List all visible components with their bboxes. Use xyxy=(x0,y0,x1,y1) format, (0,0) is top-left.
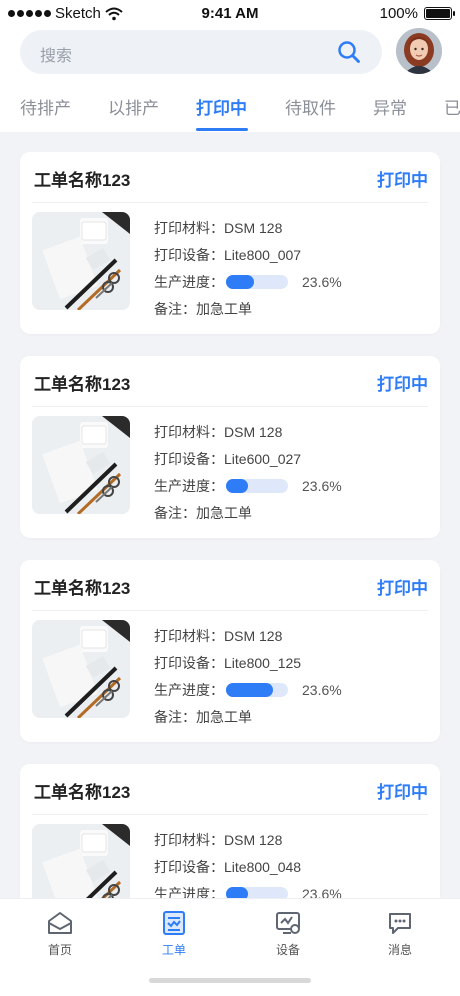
avatar[interactable] xyxy=(396,28,442,74)
material-label: 打印材料： xyxy=(154,219,224,236)
status-tabs: 待排产 以排产 打印中 待取件 异常 已 xyxy=(0,88,460,132)
note-value: 加急工单 xyxy=(196,504,252,521)
progress-fill xyxy=(226,274,254,289)
order-thumbnail[interactable] xyxy=(32,212,130,310)
order-name: 工单名称123 xyxy=(34,375,131,394)
order-status: 打印中 xyxy=(377,579,428,598)
order-info: 打印材料： DSM 128 打印设备： Lite800_125 生产进度： 23.6%… xyxy=(154,622,342,730)
progress-fill xyxy=(226,682,273,697)
tabbar-item-home[interactable]: 首页 xyxy=(20,909,100,958)
tab-exception[interactable]: 异常 xyxy=(373,94,407,119)
material-value: DSM 128 xyxy=(224,219,283,236)
progress-bar xyxy=(226,478,288,493)
note-label: 备注： xyxy=(154,504,196,521)
header: 搜索 待排产 以排产 打印中 待取件 异常 已 xyxy=(0,28,460,132)
material-value: DSM 128 xyxy=(224,423,283,440)
device-value: Lite800_048 xyxy=(224,858,302,875)
order-card[interactable]: 工单名称123 打印中 打印材料： DSM 128 打印设备： Lite800_12… xyxy=(20,560,440,742)
order-name: 工单名称123 xyxy=(34,783,131,802)
note-label: 备注： xyxy=(154,708,196,725)
tabbar-label: 首页 xyxy=(47,943,72,957)
order-name: 工单名称123 xyxy=(34,171,131,190)
progress-bar xyxy=(226,682,288,697)
order-info: 打印材料： DSM 128 打印设备： Lite600_027 生产进度： 23.6%… xyxy=(154,418,342,526)
battery-percent: 100% xyxy=(379,5,418,22)
material-label: 打印材料： xyxy=(154,627,224,644)
search-input[interactable]: 搜索 xyxy=(20,30,382,74)
card-divider xyxy=(32,202,428,203)
order-info: 打印材料： DSM 128 打印设备： Lite800_007 生产进度： 23.6%… xyxy=(154,214,342,322)
note-value: 加急工单 xyxy=(196,708,252,725)
tabbar-label: 设备 xyxy=(275,943,300,957)
device-value: Lite800_125 xyxy=(224,654,302,671)
tabbar-item-message[interactable]: 消息 xyxy=(360,909,440,958)
progress-label: 生产进度： xyxy=(154,477,224,494)
progress-percent: 23.6% xyxy=(302,477,342,494)
order-thumbnail[interactable] xyxy=(32,416,130,514)
battery-icon xyxy=(424,7,455,20)
order-status: 打印中 xyxy=(377,375,428,394)
status-bar: Sketch 9:41 AM 100% xyxy=(0,0,460,28)
tab-pending-pickup[interactable]: 待取件 xyxy=(285,94,336,119)
message-icon xyxy=(389,913,411,934)
order-card[interactable]: 工单名称123 打印中 打印材料： DSM 128 打印设备： Lite800_00… xyxy=(20,152,440,334)
tabbar-item-device[interactable]: 设备 xyxy=(248,909,328,958)
tab-printing[interactable]: 打印中 xyxy=(196,94,247,119)
device-value: Lite600_027 xyxy=(224,450,302,467)
progress-percent: 23.6% xyxy=(302,681,342,698)
progress-label: 生产进度： xyxy=(154,681,224,698)
material-value: DSM 128 xyxy=(224,627,283,644)
card-divider xyxy=(32,406,428,407)
device-label: 打印设备： xyxy=(154,246,224,263)
progress-bar xyxy=(226,274,288,289)
tabbar-label: 工单 xyxy=(161,943,186,957)
tab-completed-partial[interactable]: 已 xyxy=(444,94,460,119)
search-placeholder: 搜索 xyxy=(40,48,73,65)
order-status: 打印中 xyxy=(377,783,428,802)
tabbar-label: 消息 xyxy=(387,943,412,957)
tab-pending-schedule[interactable]: 待排产 xyxy=(20,94,71,119)
work-order-icon xyxy=(163,911,185,935)
note-value: 加急工单 xyxy=(196,300,252,317)
device-value: Lite800_007 xyxy=(224,246,302,263)
card-divider xyxy=(32,814,428,815)
tabbar-item-work-order[interactable]: 工单 xyxy=(134,909,214,958)
progress-label: 生产进度： xyxy=(154,273,224,290)
device-icon xyxy=(276,912,300,934)
order-info: 打印材料： DSM 128 打印设备： Lite800_048 生产进度： 23.6% xyxy=(154,826,342,907)
order-name: 工单名称123 xyxy=(34,579,131,598)
home-icon xyxy=(48,912,72,934)
home-indicator xyxy=(149,978,311,983)
progress-percent: 23.6% xyxy=(302,273,342,290)
material-label: 打印材料： xyxy=(154,423,224,440)
device-label: 打印设备： xyxy=(154,654,224,671)
card-divider xyxy=(32,610,428,611)
device-label: 打印设备： xyxy=(154,450,224,467)
avatar-image xyxy=(396,28,442,74)
progress-fill xyxy=(226,478,248,493)
tab-scheduled[interactable]: 以排产 xyxy=(108,94,159,119)
tab-active-underline xyxy=(196,128,248,131)
device-label: 打印设备： xyxy=(154,858,224,875)
note-label: 备注： xyxy=(154,300,196,317)
order-thumbnail[interactable] xyxy=(32,620,130,718)
search-icon[interactable] xyxy=(336,39,362,65)
status-battery-group: 100% xyxy=(379,5,455,22)
order-card[interactable]: 工单名称123 打印中 打印材料： DSM 128 打印设备： Lite600_02… xyxy=(20,356,440,538)
order-status: 打印中 xyxy=(377,171,428,190)
material-label: 打印材料： xyxy=(154,831,224,848)
material-value: DSM 128 xyxy=(224,831,283,848)
